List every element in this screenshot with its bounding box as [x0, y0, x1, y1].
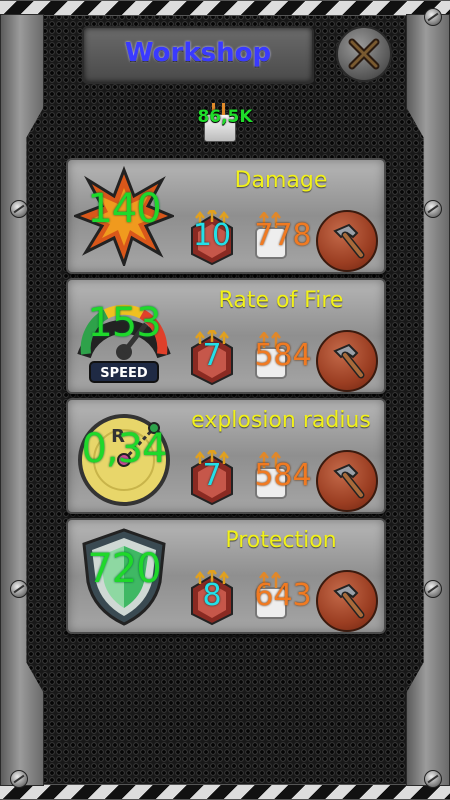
screw-icon [10, 200, 28, 218]
upgrade-card-protection: 720 Protection 8 643 [66, 518, 386, 634]
upgrade-card-rate-of-fire: SPEED 153 Rate of Fire 7 584 [66, 278, 386, 394]
screw-icon [10, 770, 28, 788]
page-title: Workshop [124, 38, 272, 68]
upgrade-button[interactable] [316, 450, 378, 512]
title-plate: Workshop [82, 26, 314, 84]
stat-value: 720 [87, 546, 161, 592]
screw-icon [424, 580, 442, 598]
upgrade-name: Damage [234, 168, 328, 193]
hammer-icon [333, 223, 365, 259]
screw-icon [10, 580, 28, 598]
hazard-stripe-bottom [0, 784, 450, 800]
screw-icon [424, 200, 442, 218]
hammer-icon [333, 463, 365, 499]
upgrade-button[interactable] [316, 210, 378, 272]
speed-label: SPEED [100, 366, 148, 381]
upgrade-name: Protection [225, 528, 337, 553]
cost-value: 643 [254, 578, 312, 613]
upgrade-name: Rate of Fire [218, 288, 344, 313]
stat-value: 140 [87, 186, 161, 232]
screw-icon [424, 8, 442, 26]
hazard-stripe-top [0, 0, 450, 16]
stat-value: 153 [87, 300, 161, 346]
upgrade-button[interactable] [316, 570, 378, 632]
cost-value: 778 [254, 218, 312, 253]
level-value: 8 [202, 578, 222, 613]
close-icon [348, 38, 380, 70]
close-button[interactable] [336, 26, 392, 82]
stat-value: 0,34 [81, 426, 167, 472]
level-value: 7 [202, 338, 222, 373]
upgrade-card-explosion-radius: R 0,34 explosion radius 7 584 [66, 398, 386, 514]
upgrade-name: explosion radius [191, 408, 371, 433]
hammer-icon [333, 343, 365, 379]
currency-display: 86,5K [190, 92, 260, 146]
currency-value: 86,5K [197, 107, 253, 127]
cost-value: 584 [254, 338, 312, 373]
upgrade-card-damage: 140 Damage 10 778 [66, 158, 386, 274]
upgrade-button[interactable] [316, 330, 378, 392]
cost-value: 584 [254, 458, 312, 493]
screw-icon [424, 770, 442, 788]
level-value: 7 [202, 458, 222, 493]
hammer-icon [333, 583, 365, 619]
level-value: 10 [192, 218, 232, 253]
